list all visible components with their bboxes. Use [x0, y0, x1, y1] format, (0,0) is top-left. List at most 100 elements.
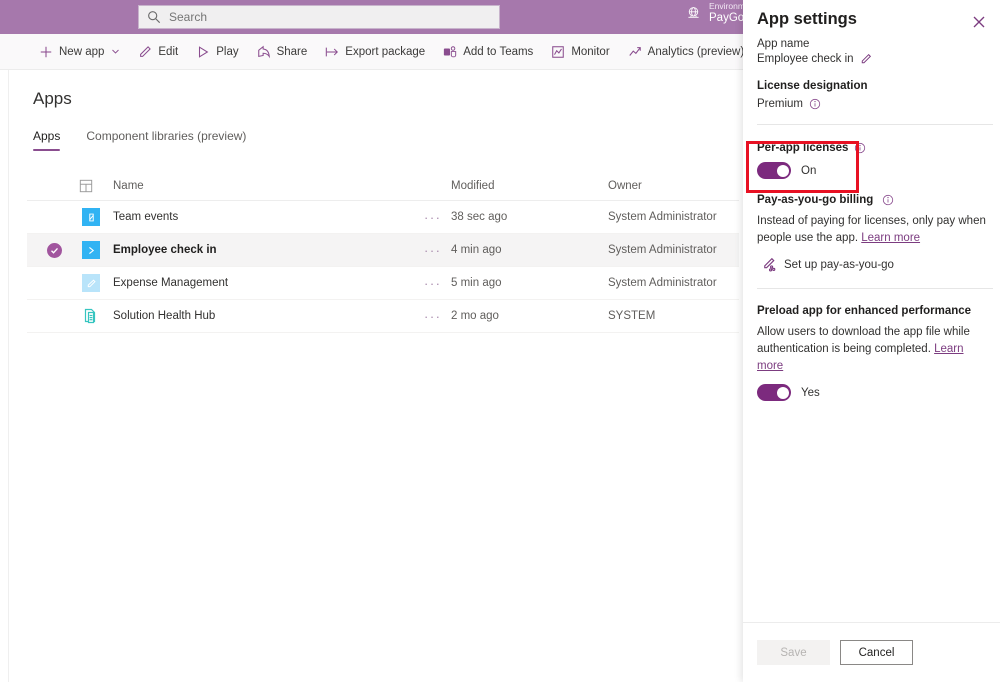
- export-package-label: Export package: [345, 46, 425, 58]
- analytics-label: Analytics (preview): [648, 46, 745, 58]
- preload-toggle-state: Yes: [801, 387, 820, 399]
- per-app-licenses-toggle-state: On: [801, 165, 816, 177]
- play-button[interactable]: Play: [187, 34, 247, 70]
- apps-table-body: Team events ··· 38 sec ago System Admini…: [27, 201, 739, 333]
- new-app-label: New app: [59, 46, 104, 58]
- analytics-icon: [628, 45, 642, 59]
- page-title: Apps: [33, 89, 72, 109]
- tab-apps[interactable]: Apps: [33, 129, 60, 151]
- info-icon[interactable]: [882, 194, 894, 206]
- column-header-modified[interactable]: Modified: [451, 180, 494, 192]
- pencil-icon[interactable]: [860, 53, 872, 65]
- per-app-licenses-toggle-row: On: [757, 162, 986, 179]
- pay-as-you-go-label-row: Pay-as-you-go billing: [757, 194, 986, 206]
- share-button[interactable]: Share: [248, 34, 317, 70]
- preload-toggle-row: Yes: [757, 384, 986, 401]
- monitor-button[interactable]: Monitor: [542, 34, 618, 70]
- table-row[interactable]: Team events ··· 38 sec ago System Admini…: [27, 201, 739, 234]
- license-designation-label: License designation: [757, 80, 986, 92]
- new-app-button[interactable]: New app: [30, 34, 129, 70]
- preload-toggle[interactable]: [757, 384, 791, 401]
- per-app-licenses-label-row: Per-app licenses: [757, 142, 986, 154]
- per-app-licenses-toggle[interactable]: [757, 162, 791, 179]
- per-app-licenses-section: Per-app licenses On: [757, 142, 986, 179]
- table-row[interactable]: Solution Health Hub ··· 2 mo ago SYSTEM: [27, 300, 739, 333]
- pay-as-you-go-section: Pay-as-you-go billing Instead of paying …: [757, 194, 986, 272]
- divider: [757, 124, 993, 125]
- license-designation-value-row: Premium: [757, 98, 986, 110]
- preload-label: Preload app for enhanced performance: [757, 305, 986, 317]
- app-owner: SYSTEM: [608, 310, 655, 322]
- toggle-knob: [777, 387, 789, 399]
- close-icon: [973, 16, 985, 28]
- cancel-button[interactable]: Cancel: [840, 640, 913, 665]
- column-options-icon[interactable]: [79, 179, 93, 193]
- play-icon: [196, 45, 210, 59]
- search-input[interactable]: [169, 7, 469, 27]
- add-to-teams-label: Add to Teams: [463, 46, 533, 58]
- add-to-teams-button[interactable]: Add to Teams: [434, 34, 542, 70]
- tab-component-libraries-label: Component libraries (preview): [86, 129, 246, 143]
- table-header: Name Modified Owner: [27, 172, 739, 201]
- pencil-icon: [138, 45, 152, 59]
- canvas-app-icon: [82, 208, 100, 226]
- app-modified: 4 min ago: [451, 244, 502, 256]
- monitor-icon: [551, 45, 565, 59]
- app-settings-panel: App settings App name Employee check in …: [743, 0, 1000, 682]
- info-icon[interactable]: [854, 142, 866, 154]
- left-nav-rail: [0, 70, 9, 682]
- environment-icon: [685, 5, 702, 22]
- share-icon: [257, 45, 271, 59]
- panel-body: App name Employee check in License desig…: [757, 38, 986, 401]
- save-button[interactable]: Save: [757, 640, 830, 665]
- pay-as-you-go-label: Pay-as-you-go billing: [757, 194, 873, 206]
- preload-section: Preload app for enhanced performance All…: [757, 305, 986, 401]
- setup-pay-as-you-go-label: Set up pay-as-you-go: [784, 259, 894, 271]
- divider: [757, 288, 993, 289]
- app-modified: 38 sec ago: [451, 211, 507, 223]
- row-more-actions[interactable]: ···: [424, 243, 442, 258]
- column-header-owner[interactable]: Owner: [608, 180, 642, 192]
- row-selected-check[interactable]: [47, 243, 62, 258]
- column-header-name[interactable]: Name: [113, 180, 144, 192]
- app-name[interactable]: Solution Health Hub: [113, 310, 215, 322]
- table-row[interactable]: Expense Management ··· 5 min ago System …: [27, 267, 739, 300]
- search-icon: [147, 10, 161, 24]
- setup-pencil-icon: [761, 257, 776, 272]
- setup-pay-as-you-go-button[interactable]: Set up pay-as-you-go: [757, 257, 986, 272]
- app-owner: System Administrator: [608, 211, 717, 223]
- close-button[interactable]: [968, 11, 990, 33]
- tab-component-libraries[interactable]: Component libraries (preview): [86, 129, 246, 151]
- chevron-down-icon: [111, 47, 120, 56]
- tab-apps-label: Apps: [33, 129, 60, 143]
- panel-footer: Save Cancel: [743, 622, 1000, 682]
- panel-title: App settings: [757, 10, 857, 29]
- per-app-licenses-label: Per-app licenses: [757, 142, 848, 154]
- app-name-label: App name: [757, 38, 986, 50]
- table-row[interactable]: Employee check in ··· 4 min ago System A…: [27, 234, 739, 267]
- export-icon: [325, 45, 339, 59]
- app-name[interactable]: Expense Management: [113, 277, 228, 289]
- canvas-app-icon: [82, 241, 100, 259]
- global-search[interactable]: [138, 5, 500, 29]
- app-name[interactable]: Employee check in: [113, 244, 217, 256]
- row-more-actions[interactable]: ···: [424, 309, 442, 324]
- play-label: Play: [216, 46, 238, 58]
- row-more-actions[interactable]: ···: [424, 210, 442, 225]
- edit-label: Edit: [158, 46, 178, 58]
- pay-as-you-go-learn-more-link[interactable]: Learn more: [861, 232, 920, 244]
- analytics-button[interactable]: Analytics (preview): [619, 34, 754, 70]
- canvas-app-icon: [82, 274, 100, 292]
- teams-icon: [443, 45, 457, 59]
- edit-button[interactable]: Edit: [129, 34, 187, 70]
- panel-header: App settings: [743, 0, 1000, 42]
- app-name[interactable]: Team events: [113, 211, 178, 223]
- preload-description-block: Allow users to download the app file whi…: [757, 324, 986, 374]
- export-package-button[interactable]: Export package: [316, 34, 434, 70]
- info-icon[interactable]: [809, 98, 821, 110]
- app-modified: 2 mo ago: [451, 310, 499, 322]
- app-owner: System Administrator: [608, 244, 717, 256]
- row-more-actions[interactable]: ···: [424, 276, 442, 291]
- plus-icon: [39, 45, 53, 59]
- model-app-icon: [82, 307, 100, 325]
